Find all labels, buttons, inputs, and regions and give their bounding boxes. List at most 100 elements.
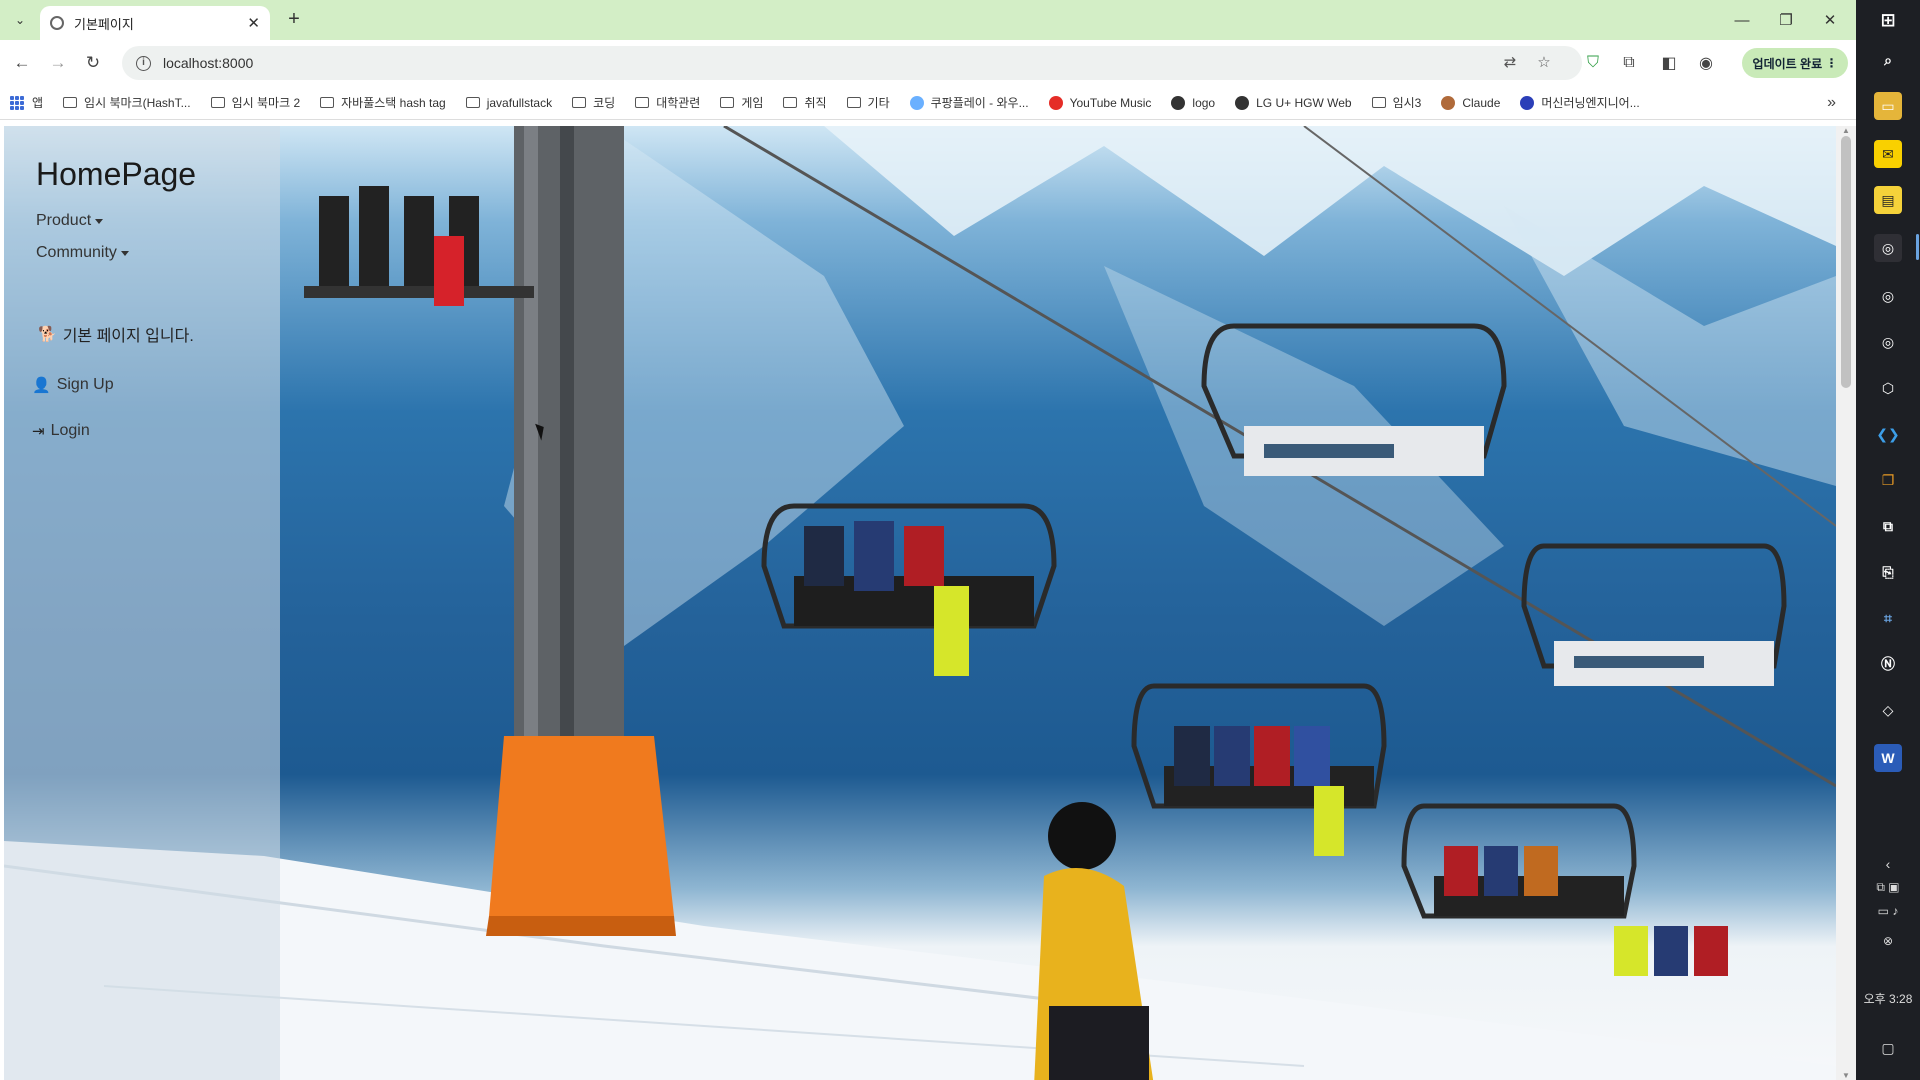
cube-app-icon[interactable]: ⬡	[1874, 374, 1902, 402]
brand-title[interactable]: HomePage	[36, 156, 196, 193]
signup-link[interactable]: 👤 Sign Up	[32, 376, 114, 394]
coupang-play-icon	[909, 95, 924, 110]
minimize-button[interactable]: —	[1720, 6, 1764, 34]
bookmark-label: logo	[1192, 95, 1216, 110]
file-explorer-icon[interactable]: ▭	[1874, 92, 1902, 120]
page-scrollbar[interactable]: ▲ ▼	[1836, 126, 1856, 1080]
caret-down-icon	[95, 218, 104, 224]
sticky-notes-icon[interactable]: ▤	[1874, 186, 1902, 214]
volume-icon[interactable]: ▭ ♪	[1856, 904, 1920, 918]
bookmark-item[interactable]: Claude	[1441, 95, 1500, 110]
bookmarks-bar: 앱 임시 북마크(HashT... 임시 북마크 2 자바풀스택 hash tag ja…	[0, 86, 1856, 120]
shield-extension-icon[interactable]: ⛉	[1580, 50, 1606, 76]
back-arrow-icon[interactable]: ←	[9, 50, 35, 76]
chrome-profile-icon[interactable]: ◎	[1874, 282, 1902, 310]
notification-dismiss-icon[interactable]: ⊗	[1856, 934, 1920, 948]
bookmark-label: 쿠팡플레이 - 와우...	[930, 96, 1029, 110]
restore-button[interactable]: ❐	[1764, 6, 1808, 34]
bookmark-label: 임시 북마크(HashT...	[84, 96, 191, 110]
site-info-icon[interactable]: i	[136, 55, 151, 71]
profile-avatar-icon[interactable]: ◉	[1693, 50, 1719, 76]
side-panel-icon[interactable]: ◧	[1656, 50, 1682, 76]
community-dropdown[interactable]: Community	[36, 244, 129, 262]
bookmark-item[interactable]: 앱	[10, 94, 43, 111]
j-icon	[1520, 95, 1535, 110]
bookmark-item[interactable]: LG U+ HGW Web	[1235, 95, 1352, 110]
notion-icon[interactable]: Ⓝ	[1874, 650, 1902, 678]
address-url[interactable]: localhost:8000	[163, 55, 253, 71]
tab-search-chevron-icon[interactable]: ⌄	[8, 8, 32, 32]
intro-label: 기본 페이지 입니다.	[62, 328, 194, 345]
translate-icon[interactable]: ⇄	[1498, 50, 1522, 74]
bookmark-item[interactable]: 대학관련	[635, 94, 700, 111]
bookmark-label: 기타	[867, 96, 890, 110]
scroll-thumb[interactable]	[1841, 136, 1851, 388]
bookmark-item[interactable]: 게임	[720, 94, 763, 111]
bookmark-label: 임시 북마크 2	[231, 96, 301, 110]
tab-active[interactable]: 기본페이지 ✕	[40, 6, 270, 40]
new-tab-button[interactable]: +	[282, 8, 306, 32]
extensions-puzzle-icon[interactable]: ⧉	[1616, 50, 1642, 76]
folder-icon	[1371, 97, 1386, 108]
bookmark-label: 머신러닝엔지니어...	[1541, 96, 1640, 110]
bookmark-item[interactable]: 코딩	[572, 94, 615, 111]
scroll-up-icon[interactable]: ▲	[1841, 126, 1851, 135]
sidebar: HomePage Product Community 🐕 기본 페이지 입니다.…	[4, 126, 280, 1080]
vscode-icon[interactable]: ❮❯	[1874, 420, 1902, 448]
update-complete-button[interactable]: 업데이트 완료 ⋮	[1742, 48, 1848, 78]
product-dropdown[interactable]: Product	[36, 212, 104, 230]
bookmark-item[interactable]: 기타	[846, 94, 890, 111]
eraser-app-icon[interactable]: ◇	[1874, 696, 1902, 724]
login-arrow-icon: ⇥	[32, 423, 45, 440]
clock[interactable]: 오후 3:28	[1856, 990, 1920, 1007]
signup-label: Sign Up	[56, 376, 114, 393]
tab-close-icon[interactable]: ✕	[247, 14, 260, 32]
chrome-alt-icon[interactable]: ◎	[1874, 328, 1902, 356]
scroll-down-icon[interactable]: ▼	[1841, 1071, 1851, 1080]
chrome-icon[interactable]: ◎	[1874, 234, 1902, 262]
folder-icon	[572, 97, 587, 108]
bookmark-item[interactable]: YouTube Music	[1048, 95, 1151, 110]
bookmark-item[interactable]: 임시 북마크(HashT...	[63, 94, 191, 111]
folder-icon	[465, 97, 480, 108]
word-icon[interactable]: W	[1874, 744, 1902, 772]
kakaotalk-icon[interactable]: ✉	[1874, 140, 1902, 168]
action-center-icon[interactable]: ▢	[1856, 1040, 1920, 1057]
product-label: Product	[36, 212, 92, 229]
network-app-icon[interactable]: ⧉	[1874, 512, 1902, 540]
bookmark-item[interactable]: 임시 북마크 2	[210, 94, 301, 111]
bookmark-label: 임시3	[1392, 96, 1422, 110]
bookmark-item[interactable]: 취직	[783, 94, 827, 111]
reload-icon[interactable]: ↻	[80, 50, 106, 76]
search-icon[interactable]: ⌕	[1874, 46, 1902, 74]
bookmarks-overflow-icon[interactable]: »	[1827, 94, 1836, 112]
bookmark-item[interactable]: 머신러닝엔지니어...	[1520, 94, 1640, 111]
dev-tool-icon[interactable]: ⌗	[1874, 604, 1902, 632]
bookmark-label: LG U+ HGW Web	[1256, 95, 1352, 110]
bookmark-item[interactable]: 자바풀스택 hash tag	[320, 94, 446, 111]
folder-icon	[635, 97, 650, 108]
apps-icon	[10, 95, 24, 110]
folder-icon	[720, 97, 735, 108]
close-window-button[interactable]: ✕	[1808, 6, 1852, 34]
bookmark-item[interactable]: 쿠팡플레이 - 와우...	[909, 94, 1029, 111]
login-link[interactable]: ⇥ Login	[32, 422, 90, 440]
window-app-icon[interactable]: ❐	[1874, 466, 1902, 494]
login-label: Login	[50, 422, 90, 439]
user-plus-icon: 👤	[32, 377, 51, 394]
bookmark-item[interactable]: 임시3	[1371, 94, 1422, 111]
youtube-music-icon	[1048, 95, 1063, 110]
forward-arrow-icon[interactable]: →	[45, 50, 71, 76]
remote-app-icon[interactable]: ⎘	[1874, 558, 1902, 586]
address-bar[interactable]: i localhost:8000	[122, 46, 1582, 80]
tray-icons[interactable]: ⧉ ▣	[1856, 880, 1920, 895]
tray-expand-icon[interactable]: ‹	[1856, 856, 1920, 872]
bookmark-label: 자바풀스택 hash tag	[341, 96, 446, 110]
windows-start-icon[interactable]: ⊞	[1874, 6, 1902, 34]
dog-icon: 🐕	[38, 326, 57, 343]
browser-toolbar: ← → ↻ i localhost:8000 ⇄ ☆ ⛉ ⧉ ◧ ◉ 업데이트 …	[0, 40, 1856, 86]
bookmark-item[interactable]: logo	[1171, 95, 1216, 110]
folder-icon	[63, 97, 78, 108]
bookmark-star-icon[interactable]: ☆	[1532, 50, 1556, 74]
bookmark-item[interactable]: javafullstack	[465, 96, 552, 110]
